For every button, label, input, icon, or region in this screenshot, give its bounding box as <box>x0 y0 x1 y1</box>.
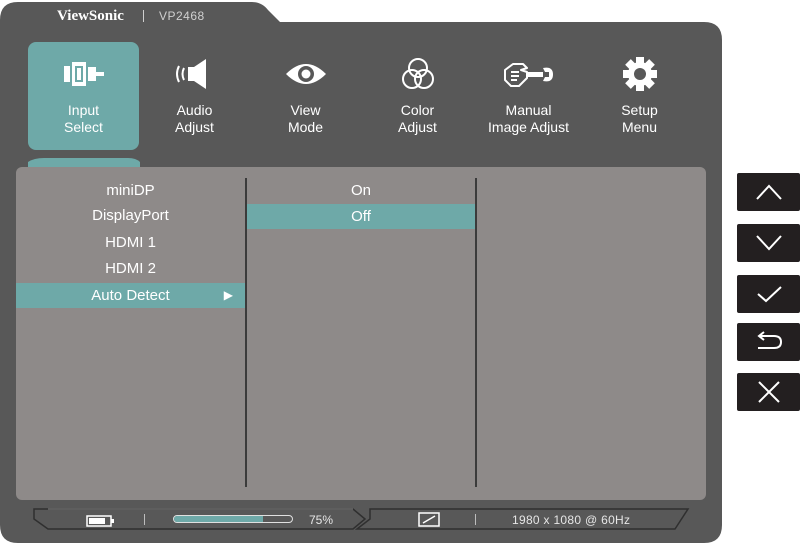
tab-label-line2: Adjust <box>175 119 214 135</box>
progress-fill <box>174 516 263 522</box>
input-source-label: HDMI 2 <box>105 260 156 277</box>
input-source-displayport[interactable]: DisplayPort <box>16 204 245 228</box>
tab-label-line2: Select <box>64 119 103 135</box>
resolution-text: 1980 x 1080 @ 60Hz <box>512 513 631 527</box>
check-icon <box>756 286 782 303</box>
input-source-label: Auto Detect <box>91 287 170 304</box>
tab-input-select[interactable]: Input Select <box>28 42 139 150</box>
brand-separator <box>143 10 144 22</box>
exit-button[interactable] <box>737 373 800 411</box>
chevron-up-icon <box>755 184 782 200</box>
return-icon <box>756 331 782 349</box>
battery-icon <box>86 514 116 532</box>
tab-label-line1: Manual <box>505 102 552 118</box>
tab-label-line2: Menu <box>621 119 658 135</box>
model-name: VP2468 <box>159 9 205 23</box>
hand-wrench-icon <box>473 56 584 92</box>
status-separator <box>475 514 476 525</box>
tab-label-line1: View <box>290 102 321 118</box>
submenu-arrow-icon: ▶ <box>223 288 233 302</box>
aspect-ratio-icon <box>418 512 440 532</box>
speaker-icon <box>139 56 250 92</box>
menu-panel: miniDP DisplayPort HDMI 1 HDMI 2 Auto De… <box>16 167 706 500</box>
tab-color-adjust[interactable]: Color Adjust <box>362 42 473 150</box>
eye-icon <box>250 56 361 92</box>
tab-manual-image-adjust[interactable]: Manual Image Adjust <box>473 42 584 150</box>
input-plug-icon <box>28 56 139 92</box>
progress-text: 75% <box>309 513 334 527</box>
tab-label-line1: Audio <box>176 102 213 118</box>
tab-label-line2: Adjust <box>398 119 437 135</box>
progress-bar <box>173 515 293 523</box>
input-source-label: HDMI 1 <box>105 234 156 251</box>
tab-label-line1: Color <box>400 102 435 118</box>
option-off[interactable]: Off <box>247 204 475 229</box>
input-source-hdmi1[interactable]: HDMI 1 <box>16 231 245 255</box>
input-source-label: DisplayPort <box>92 207 169 224</box>
status-separator <box>144 514 145 525</box>
brand-logo: ViewSonic <box>57 8 124 24</box>
option-label: On <box>350 182 371 199</box>
input-source-label: miniDP <box>106 182 155 199</box>
chevron-down-icon <box>755 235 782 251</box>
tab-audio-adjust[interactable]: Audio Adjust <box>139 42 250 150</box>
tab-label-line2: Mode <box>287 119 324 135</box>
color-circles-icon <box>362 56 473 92</box>
up-button[interactable] <box>737 173 800 211</box>
close-icon <box>757 381 780 403</box>
option-on[interactable]: On <box>247 179 475 203</box>
input-source-hdmi2[interactable]: HDMI 2 <box>16 257 245 281</box>
confirm-button[interactable] <box>737 275 800 313</box>
input-source-auto-detect[interactable]: Auto Detect ▶ <box>16 283 245 308</box>
option-label: Off <box>351 208 371 225</box>
tab-setup-menu[interactable]: Setup Menu <box>584 42 695 150</box>
tab-view-mode[interactable]: View Mode <box>250 42 361 150</box>
down-button[interactable] <box>737 224 800 262</box>
tab-label-line2: Image Adjust <box>488 119 569 135</box>
tab-label-line1: Setup <box>621 102 658 118</box>
detail-column <box>477 167 706 500</box>
back-button[interactable] <box>737 323 800 361</box>
input-source-minidp[interactable]: miniDP <box>16 179 245 203</box>
tab-label-line1: Input <box>67 102 100 118</box>
gear-icon <box>584 56 695 92</box>
